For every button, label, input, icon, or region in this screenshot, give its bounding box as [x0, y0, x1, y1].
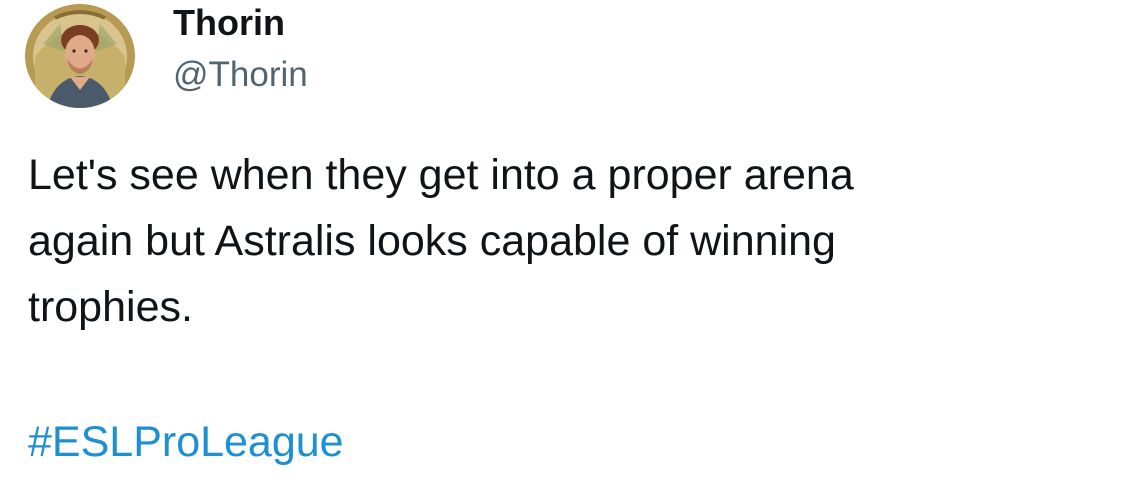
tweet-text: Let's see when they get into a proper ar…: [28, 151, 854, 331]
avatar[interactable]: [25, 4, 135, 108]
hashtag-link[interactable]: #ESLProLeague: [28, 412, 344, 472]
author-display-name[interactable]: Thorin: [173, 3, 285, 43]
avatar-image: [25, 4, 135, 108]
tweet-card: Thorin @Thorin Let's see when they get i…: [0, 0, 1122, 483]
author-handle[interactable]: @Thorin: [173, 55, 308, 95]
